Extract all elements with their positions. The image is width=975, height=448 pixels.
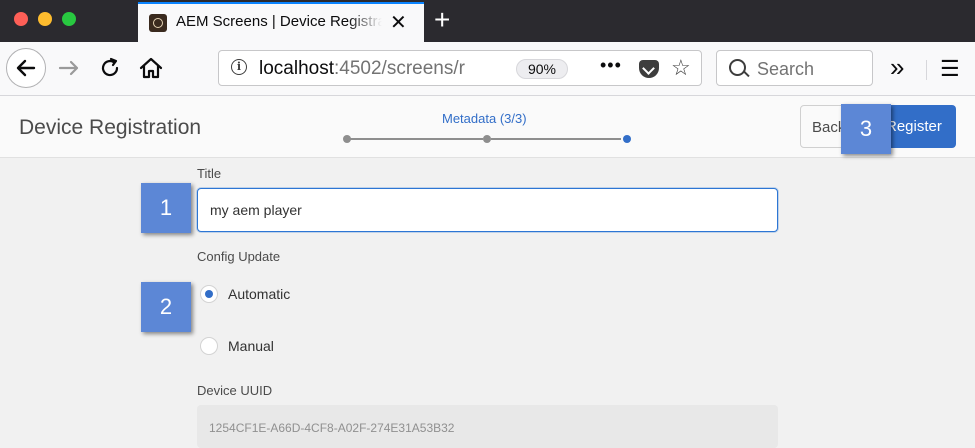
step-connector — [491, 138, 621, 140]
config-update-label: Config Update — [197, 249, 281, 264]
zoom-window-icon[interactable] — [62, 12, 76, 26]
step-dot-3[interactable] — [623, 135, 631, 143]
minimize-window-icon[interactable] — [38, 12, 52, 26]
browser-tab[interactable]: AEM Screens | Device Registration ✕ — [138, 2, 424, 42]
tab-close-icon[interactable]: ✕ — [390, 10, 407, 35]
pocket-icon[interactable] — [639, 60, 659, 78]
forward-button[interactable] — [56, 56, 82, 85]
home-button[interactable] — [138, 55, 164, 86]
reload-icon — [101, 57, 119, 77]
back-arrow-icon — [16, 59, 36, 77]
radio-manual[interactable] — [200, 337, 218, 355]
forward-arrow-icon — [58, 60, 79, 76]
search-placeholder: Search — [757, 59, 815, 79]
device-uuid-field: 1254CF1E-A66D-4CF8-A02F-274E31A53B32 — [197, 405, 778, 448]
radio-automatic[interactable] — [200, 285, 218, 303]
title-input[interactable]: my aem player — [197, 188, 778, 232]
bookmark-star-icon[interactable]: ☆ — [671, 55, 691, 81]
url-text[interactable]: localhost:4502/screens/r — [259, 58, 495, 80]
callout-2: 2 — [141, 282, 191, 332]
step-dot-2[interactable] — [483, 135, 491, 143]
back-button[interactable] — [6, 48, 46, 88]
radio-automatic-label[interactable]: Automatic — [228, 286, 290, 302]
radio-manual-label[interactable]: Manual — [228, 338, 274, 354]
site-info-icon[interactable]: i — [231, 59, 247, 75]
title-field-label: Title — [197, 166, 222, 181]
home-icon — [139, 57, 163, 79]
search-input[interactable]: Search — [716, 50, 873, 86]
zoom-level-badge[interactable]: 90% — [516, 59, 568, 79]
close-window-icon[interactable] — [14, 12, 28, 26]
new-tab-icon[interactable]: + — [434, 4, 450, 36]
page-actions-icon[interactable]: ••• — [600, 55, 622, 76]
step-label: Metadata (3/3) — [442, 111, 527, 126]
search-icon — [729, 59, 746, 76]
device-uuid-label: Device UUID — [197, 383, 273, 398]
page-title: Device Registration — [19, 116, 202, 139]
reload-button[interactable] — [98, 56, 122, 85]
aem-favicon-icon — [149, 14, 167, 32]
url-bar[interactable]: i localhost:4502/screens/r 90% ••• ☆ — [218, 50, 702, 86]
hamburger-menu-icon[interactable]: ☰ — [940, 57, 960, 81]
callout-3: 3 — [841, 104, 891, 154]
callout-1: 1 — [141, 183, 191, 233]
step-dot-1[interactable] — [343, 135, 351, 143]
overflow-chevron-icon[interactable]: » — [890, 54, 904, 80]
step-connector — [349, 138, 483, 140]
